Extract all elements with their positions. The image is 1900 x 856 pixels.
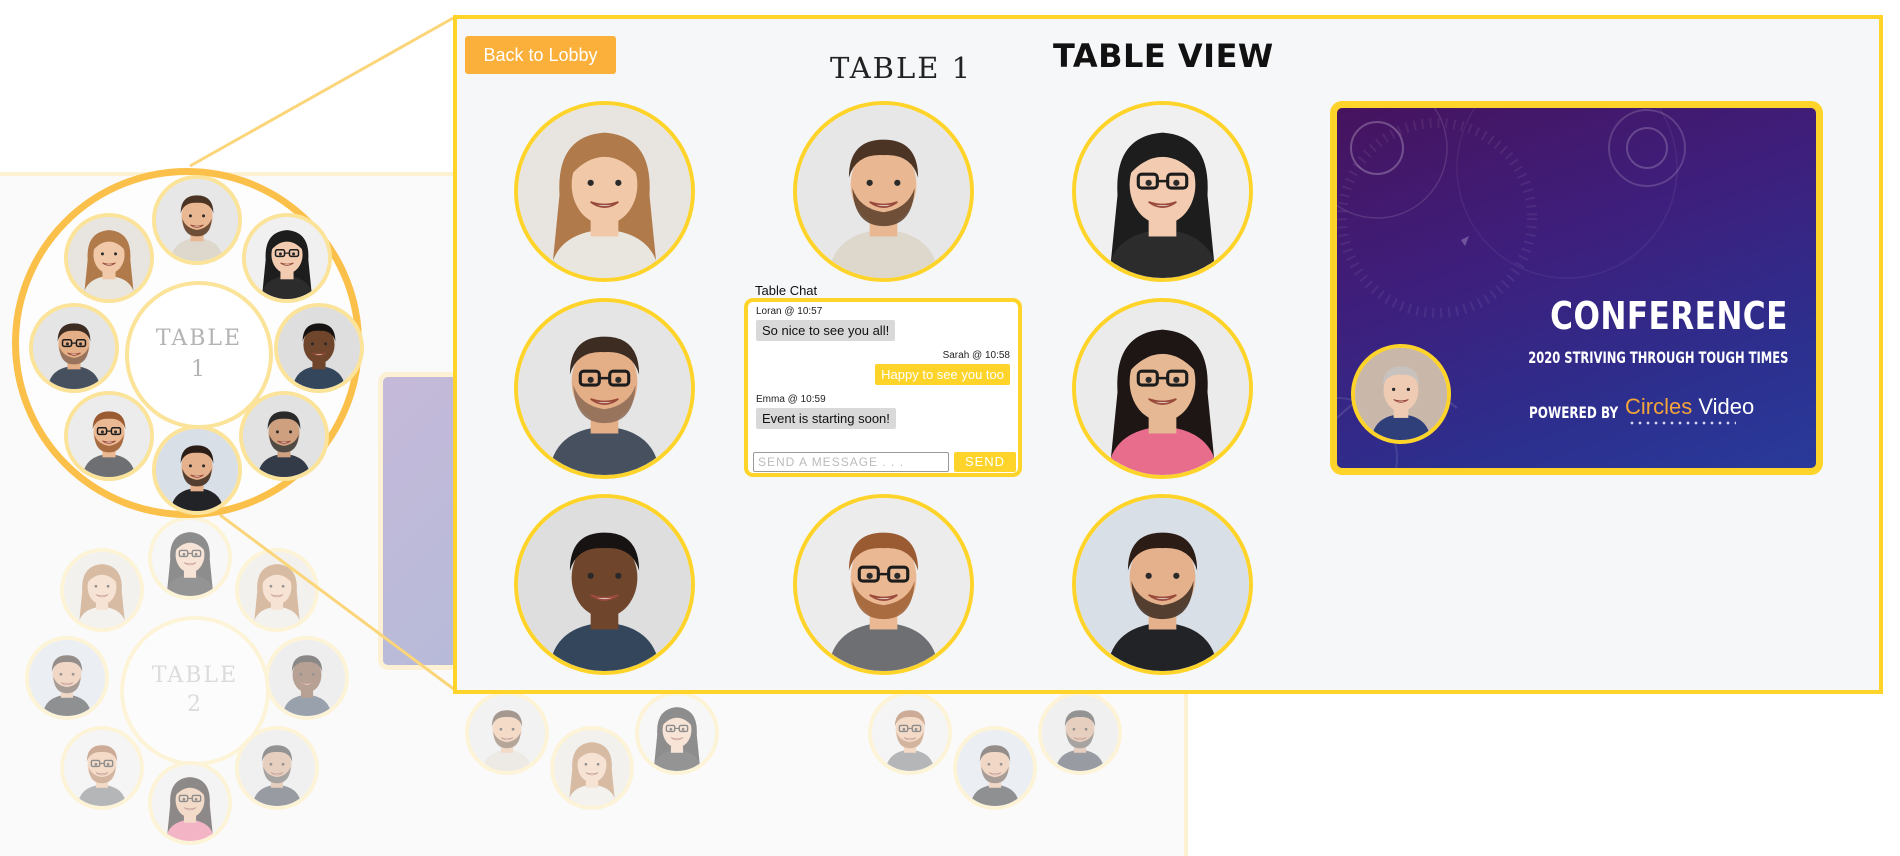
person-photo: [29, 640, 105, 716]
seat-avatar[interactable]: [274, 303, 364, 393]
seat-avatar[interactable]: [148, 516, 232, 600]
person-photo: [239, 730, 315, 806]
conference-stage-video[interactable]: CONFERENCE 2020 STRIVING THROUGH TOUGH T…: [1330, 101, 1823, 475]
seat-avatar[interactable]: [235, 726, 319, 810]
seat-avatar[interactable]: [953, 726, 1037, 810]
person-photo: [156, 179, 238, 261]
person-photo: [1076, 498, 1249, 671]
seat-avatar[interactable]: [60, 548, 144, 632]
chat-message-text: Event is starting soon!: [756, 408, 896, 429]
powered-by-label: POWERED BY: [1529, 403, 1619, 422]
person-photo: [1076, 302, 1249, 475]
brand-name-part2: Video: [1692, 394, 1755, 419]
person-photo: [68, 217, 150, 299]
seat-avatar[interactable]: [148, 761, 232, 845]
participant-video[interactable]: [1072, 494, 1253, 675]
chat-message-input[interactable]: SEND A MESSAGE . . .: [753, 452, 949, 472]
table-1-label-word: TABLE: [155, 326, 243, 352]
chat-message-author: Sarah @ 10:58: [942, 350, 1010, 361]
person-photo: [64, 730, 140, 806]
chat-send-button[interactable]: SEND: [954, 452, 1016, 472]
table-view-panel: Back to Lobby TABLE 1 TABLE VIEW Table C…: [453, 15, 1883, 694]
person-photo: [1355, 348, 1447, 440]
chat-message: Emma @ 10:59 Event is starting soon!: [756, 394, 896, 429]
person-photo: [246, 217, 328, 299]
person-photo: [518, 498, 691, 671]
seat-avatar[interactable]: [239, 391, 329, 481]
participant-video[interactable]: [1072, 298, 1253, 479]
participant-video[interactable]: [514, 101, 695, 282]
person-photo: [152, 765, 228, 841]
chat-message: Loran @ 10:57 So nice to see you all!: [756, 306, 896, 341]
chat-message-author: Emma @ 10:59: [756, 394, 826, 405]
person-photo: [518, 302, 691, 475]
participant-video[interactable]: [793, 494, 974, 675]
participant-video[interactable]: [514, 298, 695, 479]
participant-video[interactable]: [1072, 101, 1253, 282]
chat-message: Sarah @ 10:58 Happy to see you too: [875, 350, 1010, 385]
person-photo: [469, 695, 545, 771]
seat-avatar[interactable]: [868, 691, 952, 775]
person-photo: [554, 730, 630, 806]
seat-avatar[interactable]: [1038, 691, 1122, 775]
person-photo: [872, 695, 948, 771]
table-chat: Loran @ 10:57 So nice to see you all! Sa…: [744, 298, 1022, 477]
chat-message-text: Happy to see you too: [875, 364, 1010, 385]
seat-avatar[interactable]: [550, 726, 634, 810]
circles-video-logo: Circles Video: [1625, 394, 1754, 420]
person-photo: [278, 307, 360, 389]
person-photo: [68, 395, 150, 477]
person-photo: [243, 395, 325, 477]
brand-dots-decoration: [1628, 420, 1736, 426]
table-name: TABLE 1: [829, 51, 973, 85]
participant-video[interactable]: [514, 494, 695, 675]
person-photo: [33, 307, 115, 389]
seat-avatar[interactable]: [64, 213, 154, 303]
conference-subtitle: 2020 STRIVING THROUGH TOUGH TIMES: [1527, 348, 1788, 367]
lobby-table-1-highlight[interactable]: TABLE 1: [12, 168, 364, 518]
seat-avatar[interactable]: [64, 391, 154, 481]
brand-name-part1: Circles: [1625, 394, 1693, 419]
speaker-avatar: [1351, 344, 1451, 444]
seat-avatar[interactable]: [152, 175, 242, 265]
table-2-label-word: TABLE: [151, 663, 239, 689]
chat-title: Table Chat: [755, 283, 818, 298]
person-photo: [1076, 105, 1249, 278]
chat-message-text: So nice to see you all!: [756, 320, 896, 341]
seat-avatar[interactable]: [25, 636, 109, 720]
table-2-label-number: 2: [187, 692, 203, 717]
back-to-lobby-button[interactable]: Back to Lobby: [465, 36, 616, 74]
lobby-table-2[interactable]: TABLE 2: [20, 516, 360, 856]
page-title: TABLE VIEW: [1053, 37, 1274, 75]
seat-avatar[interactable]: [60, 726, 144, 810]
person-photo: [239, 552, 315, 628]
person-photo: [518, 105, 691, 278]
seat-avatar[interactable]: [152, 425, 242, 515]
seat-avatar[interactable]: [235, 548, 319, 632]
conference-title: CONFERENCE: [1550, 294, 1788, 338]
person-photo: [64, 552, 140, 628]
seat-avatar[interactable]: [29, 303, 119, 393]
person-photo: [152, 520, 228, 596]
seat-avatar[interactable]: [265, 636, 349, 720]
seat-avatar[interactable]: [465, 691, 549, 775]
person-photo: [797, 498, 970, 671]
chat-message-author: Loran @ 10:57: [756, 306, 823, 317]
person-photo: [639, 695, 715, 771]
seat-avatar[interactable]: [242, 213, 332, 303]
seat-avatar[interactable]: [635, 691, 719, 775]
lobby-screen: TABLE 2 3 4: [0, 0, 1900, 856]
participant-video[interactable]: [793, 101, 974, 282]
person-photo: [156, 429, 238, 511]
table-1-label-number: 1: [191, 357, 207, 382]
person-photo: [269, 640, 345, 716]
person-photo: [957, 730, 1033, 806]
person-photo: [797, 105, 970, 278]
person-photo: [1042, 695, 1118, 771]
